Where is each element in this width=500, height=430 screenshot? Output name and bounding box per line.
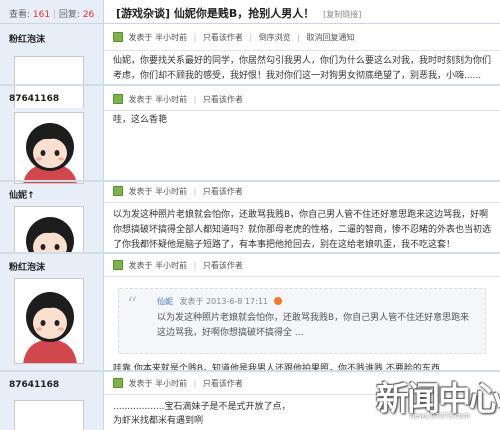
copy-link[interactable]: [复制链接] (323, 10, 361, 19)
avatar[interactable] (14, 112, 84, 184)
post-username[interactable]: 粉红泡沫 (9, 32, 45, 45)
quote-time: 发表于 2013-6-8 17:11 (179, 297, 268, 306)
post-author-block: 粉红泡沫 (0, 24, 103, 108)
divider (104, 110, 500, 111)
quote-body: 以为发这种照片老娘就会怕你，还敢骂我贱B，你自己男人管不住还好意思跑来这边骂我，… (157, 313, 470, 338)
divider (104, 202, 500, 203)
quote-author[interactable]: 仙妮 (157, 297, 173, 306)
cancel-notify-link[interactable]: 取消回复通知 (306, 33, 354, 42)
views-count: 161 (32, 10, 51, 20)
divider (104, 50, 500, 51)
avatar[interactable] (14, 400, 84, 430)
post-time: 发表于 半小时前 (128, 379, 188, 388)
post-icon (113, 186, 123, 196)
only-author-link[interactable]: 只看该作者 (203, 33, 243, 42)
post-icon (113, 94, 123, 104)
quote-header: 仙妮 发表于 2013-6-8 17:11 (157, 296, 282, 307)
post-username[interactable]: 粉红泡沫 (9, 260, 45, 273)
only-author-link[interactable]: 只看该作者 (203, 379, 243, 388)
only-author-link[interactable]: 只看该作者 (203, 95, 243, 104)
watermark-url: news.07073.com (410, 412, 470, 420)
only-author-link[interactable]: 只看该作者 (203, 261, 243, 270)
post-username[interactable]: 87641168 (9, 94, 59, 104)
post-meta: 发表于 半小时前 | 只看该作者 | 倒序浏览 | 取消回复通知 (113, 32, 354, 48)
post-author-block: 87641168 (0, 86, 103, 184)
post-icon (113, 378, 123, 388)
avatar[interactable] (14, 206, 84, 252)
post-author-block: 仙妮↑ (0, 182, 103, 252)
post-content: 哇，这么香艳 (113, 115, 168, 125)
quote-mark-icon: “ (127, 292, 138, 316)
replies-count: 26 (82, 10, 95, 20)
avatar-girl-icon (15, 279, 83, 363)
post-meta: 发表于 半小时前 | 只看该作者 (113, 260, 243, 276)
avatar-girl-icon (15, 113, 83, 183)
divider (104, 276, 500, 277)
post-time: 发表于 半小时前 (128, 261, 188, 270)
post-time: 发表于 半小时前 (128, 33, 188, 42)
post-icon (113, 260, 123, 270)
only-author-link[interactable]: 只看该作者 (203, 187, 243, 196)
post-meta: 发表于 半小时前 | 只看该作者 (113, 378, 243, 394)
post-icon (113, 32, 123, 42)
views-label: 查看: (9, 10, 31, 20)
thread-stats: 查看: 161 | 回复: 26 (0, 0, 103, 24)
post-content: 以为发这种照片老娘就会怕你，还敢骂我贱B，你自己男人管不住还好意思跑来这边骂我，… (113, 210, 492, 250)
post-author-block: 粉红泡沫 (0, 254, 103, 370)
replies-label: 回复: (58, 10, 80, 20)
post-username[interactable]: 仙妮↑ (9, 188, 35, 201)
avatar-girl-icon (15, 207, 83, 252)
quote-block: “ 仙妮 发表于 2013-6-8 17:11 以为发这种照片老娘就会怕你，还敢… (118, 288, 486, 354)
thread-title-bar: [游戏杂谈] 仙妮你是贱B，抢别人男人！ [复制链接] (104, 0, 500, 24)
avatar[interactable] (14, 278, 84, 364)
post-author-block: 87641168 (0, 372, 103, 430)
post-meta: 发表于 半小时前 | 只看该作者 (113, 186, 243, 202)
reverse-order-link[interactable]: 倒序浏览 (259, 33, 291, 42)
post-meta: 发表于 半小时前 | 只看该作者 (113, 94, 243, 110)
post-time: 发表于 半小时前 (128, 95, 188, 104)
post-content: 仙妮，你要找关系最好的同学，你居然勾引我男人，你们为什么要这么对我，我时时刻刻为… (113, 56, 492, 81)
post-username[interactable]: 87641168 (9, 380, 59, 390)
site-watermark: 新闻中心 news.07073.com (376, 372, 500, 430)
post-time: 发表于 半小时前 (128, 187, 188, 196)
jump-to-post-icon[interactable] (273, 297, 282, 305)
thread-title: [游戏杂谈] 仙妮你是贱B，抢别人男人！ (116, 7, 315, 20)
column-divider (103, 0, 104, 430)
